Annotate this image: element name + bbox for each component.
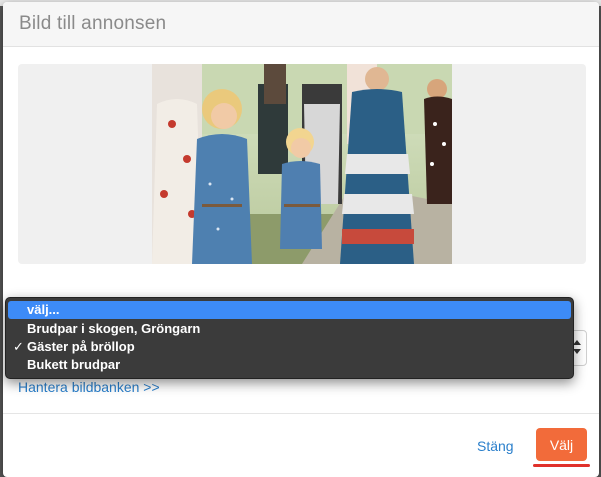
preview-photo: [152, 64, 452, 264]
wedding-guests-photo: [152, 64, 452, 264]
dropdown-option[interactable]: välj...: [8, 301, 571, 319]
close-button[interactable]: Stäng: [477, 438, 514, 454]
dialog-title: Bild till annonsen: [19, 13, 167, 34]
dropdown-option[interactable]: Brudpar i skogen, Gröngarn: [8, 320, 571, 338]
option-label: välj...: [27, 302, 60, 317]
image-preview-area: [18, 64, 586, 264]
footer-divider: [3, 413, 599, 414]
option-label: Brudpar i skogen, Gröngarn: [27, 321, 201, 336]
dropdown-option[interactable]: ✓ Gäster på bröllop: [8, 338, 571, 356]
highlight-underline: [533, 464, 590, 467]
option-label: Gäster på bröllop: [27, 339, 135, 354]
manage-image-bank-link[interactable]: Hantera bildbanken >>: [18, 379, 160, 395]
choose-button[interactable]: Välj: [536, 428, 587, 461]
checkmark-icon: ✓: [13, 339, 24, 354]
option-label: Bukett brudpar: [27, 357, 121, 372]
dropdown-option[interactable]: Bukett brudpar: [8, 356, 571, 374]
select-dropdown-menu: välj... Brudpar i skogen, Gröngarn ✓ Gäs…: [5, 297, 574, 379]
image-dialog: Bild till annonsen Hantera bildbanken >>…: [3, 2, 599, 477]
dialog-header: Bild till annonsen: [3, 2, 599, 47]
